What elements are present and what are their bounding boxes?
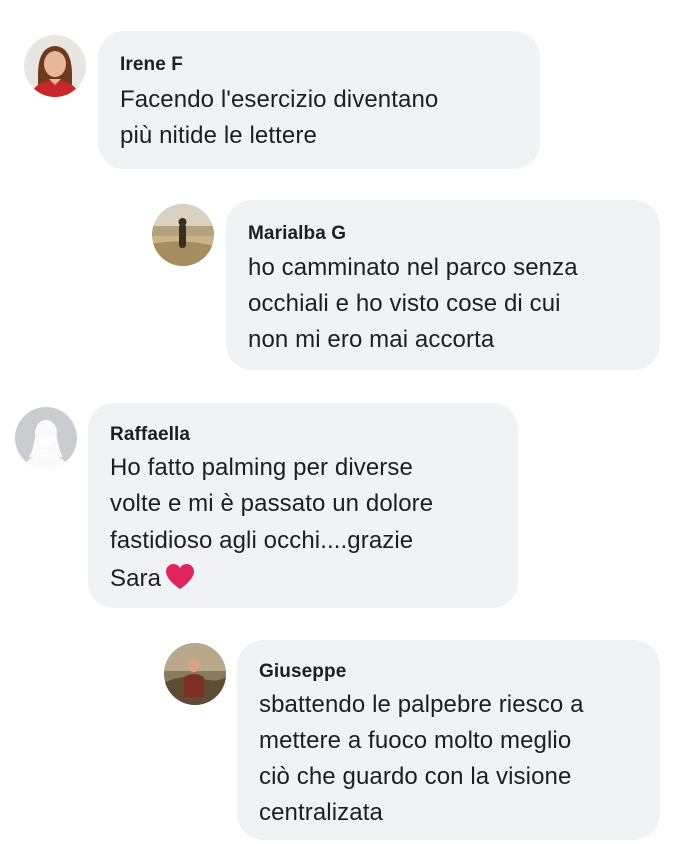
comment-text-line: fastidioso agli occhi....grazie bbox=[110, 527, 414, 554]
heart-icon bbox=[165, 563, 195, 597]
default-avatar-icon bbox=[15, 407, 77, 469]
comment-text-line: Ho fatto palming per diverse bbox=[110, 454, 413, 481]
comment-text-line: volte e mi è passato un dolore bbox=[110, 490, 434, 517]
comment-text-line: occhiali e ho visto cose di cui bbox=[248, 290, 561, 317]
avatar[interactable] bbox=[24, 35, 86, 97]
avatar[interactable] bbox=[152, 204, 214, 266]
comment-text-line: centralizata bbox=[259, 799, 383, 826]
comment-text-line: più nitide le lettere bbox=[120, 122, 317, 149]
comment-text-line: non mi ero mai accorta bbox=[248, 326, 495, 353]
comment-text-line: ho camminato nel parco senza bbox=[248, 254, 578, 281]
comment-author[interactable]: Giuseppe bbox=[259, 661, 346, 683]
comment-text: Sara bbox=[110, 565, 162, 592]
user-photo-icon bbox=[152, 204, 214, 266]
user-photo-icon bbox=[164, 643, 226, 705]
comment-author[interactable]: Irene F bbox=[120, 54, 183, 76]
comment-text-line: mettere a fuoco molto meglio bbox=[259, 727, 572, 754]
user-photo-icon bbox=[24, 35, 86, 97]
comment-author[interactable]: Marialba G bbox=[248, 223, 346, 245]
avatar[interactable] bbox=[164, 643, 226, 705]
avatar[interactable] bbox=[15, 407, 77, 469]
comment-text-line: sbattendo le palpebre riesco a bbox=[259, 691, 584, 718]
comment-text-line-last: Sara bbox=[110, 563, 195, 597]
comment-text-line: Facendo l'esercizio diventano bbox=[120, 86, 439, 113]
comment-text-line: ciò che guardo con la visione bbox=[259, 763, 572, 790]
comment-author[interactable]: Raffaella bbox=[110, 424, 190, 446]
